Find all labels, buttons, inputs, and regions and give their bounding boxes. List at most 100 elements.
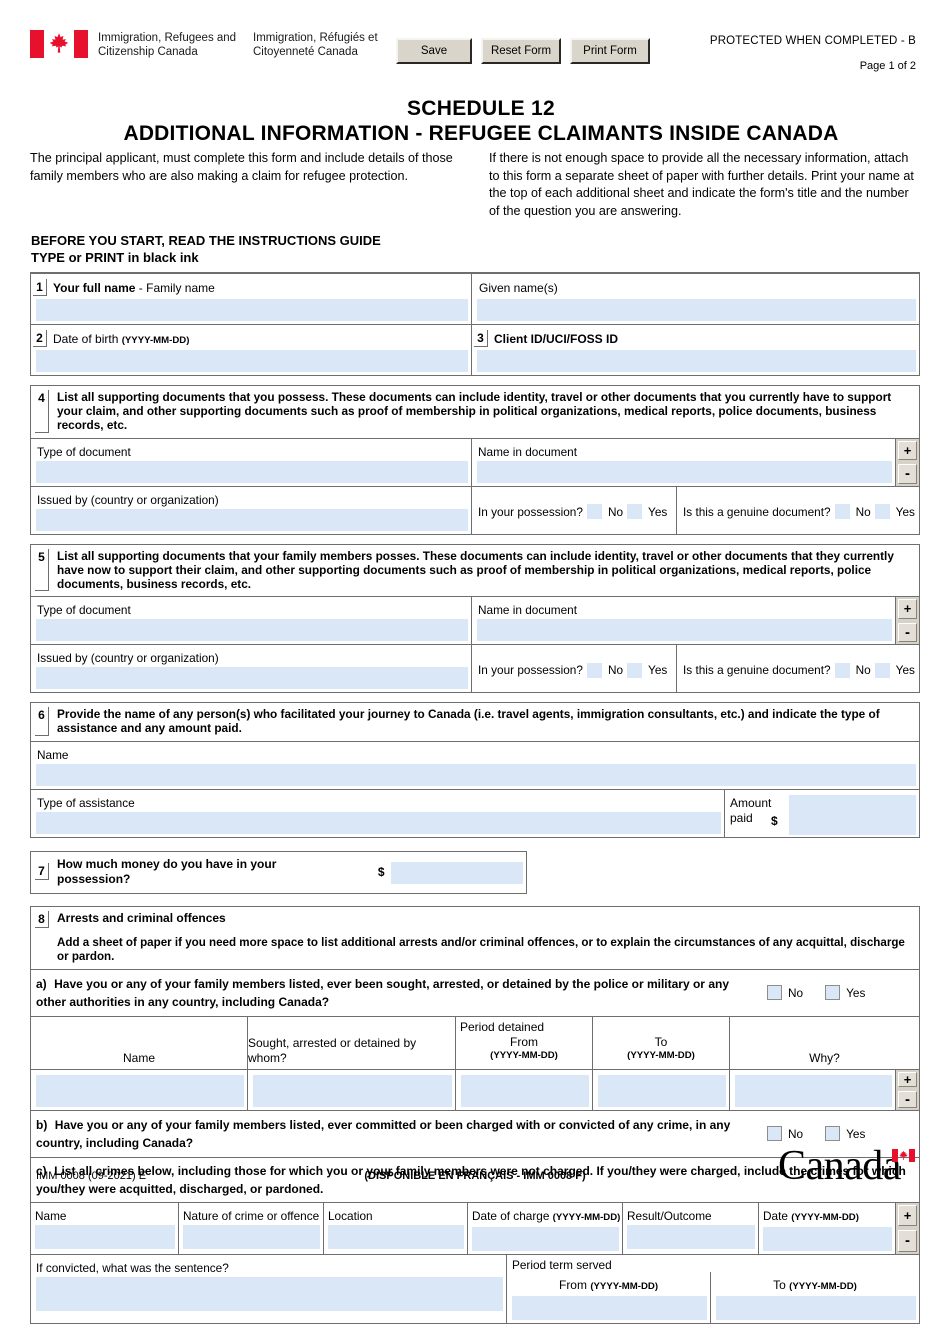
q8a-why-input[interactable]: [735, 1074, 892, 1107]
q6-assistance-cell: Type of assistance: [31, 790, 724, 837]
q1-given-name-input[interactable]: [477, 299, 916, 321]
q8c-date-charge-input[interactable]: [472, 1226, 619, 1251]
page-footer: IMM 0008 (09-2021) E (DISPONIBLE EN FRAN…: [0, 1143, 950, 1205]
q8c-cell-date-charge: Date of charge (YYYY-MM-DD): [467, 1202, 622, 1254]
q4-name-input[interactable]: [477, 460, 892, 483]
q4-issued-cell: Issued by (country or organization): [31, 487, 471, 534]
q8a-no-label: No: [788, 985, 804, 1000]
q4-remove-row-button[interactable]: -: [898, 464, 917, 484]
q4-add-row-button[interactable]: +: [898, 440, 917, 461]
q8a-cell-name: [31, 1070, 247, 1110]
q8a-cell-bywhom: [247, 1069, 455, 1110]
q5-possession-yes-checkbox[interactable]: [627, 662, 643, 678]
q8c-term-from-input[interactable]: [512, 1295, 707, 1320]
q4-row-stepper: + -: [895, 438, 919, 486]
q5-genuine-cell: Is this a genuine document? No Yes: [676, 645, 919, 693]
q4-name-cell: Name in document: [471, 438, 895, 486]
form-action-buttons: Save Reset Form Print Form: [396, 38, 650, 64]
q8c-cell-location: Location: [323, 1202, 467, 1254]
q5-type-input[interactable]: [36, 619, 468, 642]
q6-name-input[interactable]: [36, 763, 916, 786]
q5-name-label: Name in document: [478, 603, 578, 618]
q7-amount-input[interactable]: [390, 861, 523, 884]
q8a-to-format: (YYYY-MM-DD): [627, 1049, 695, 1061]
print-form-button[interactable]: Print Form: [570, 38, 650, 64]
q1-family-name-input[interactable]: [36, 299, 468, 321]
q4-possession-no-checkbox[interactable]: [586, 504, 602, 520]
q8c-cell-name: Name: [31, 1203, 178, 1254]
q6-block: 6 Provide the name of any person(s) who …: [30, 702, 920, 838]
q5-possession-cell: In your possession? No Yes: [471, 645, 676, 693]
q8b-prefix: b): [36, 1117, 48, 1132]
q4-issued-input[interactable]: [36, 508, 468, 531]
q8b-no-label: No: [788, 1126, 804, 1141]
form-title-line2: ADDITIONAL INFORMATION - REFUGEE CLAIMAN…: [123, 122, 839, 145]
q3-client-id-input[interactable]: [477, 350, 916, 372]
q8a-to-input[interactable]: [598, 1074, 726, 1107]
q8a-from-input[interactable]: [461, 1074, 589, 1107]
q8c-sentence-label: If convicted, what was the sentence?: [36, 1260, 229, 1275]
type-print-rest: in black ink: [124, 249, 199, 265]
q4-type-label: Type of document: [37, 444, 131, 459]
q4-type-input[interactable]: [36, 460, 468, 483]
q5-add-row-button[interactable]: +: [898, 599, 917, 619]
q8a-row-stepper: + -: [895, 1069, 919, 1110]
q8c-remove-row-button[interactable]: -: [898, 1230, 917, 1252]
q6-amount-cell: Amount paid $: [724, 789, 919, 837]
q8a-yes-checkbox[interactable]: [825, 985, 841, 1001]
q5-issued-input[interactable]: [36, 667, 468, 690]
q4-genuine-no-checkbox[interactable]: [834, 504, 850, 520]
q8a-name-input[interactable]: [36, 1074, 244, 1107]
q4-genuine-yes-checkbox[interactable]: [874, 504, 890, 520]
q8a-add-row-button[interactable]: +: [898, 1071, 917, 1087]
reset-form-button[interactable]: Reset Form: [481, 38, 561, 64]
q8c-sentence-input[interactable]: [36, 1276, 503, 1311]
q8a-bywhom-input[interactable]: [253, 1074, 452, 1107]
q8a-col-bywhom-label: Sought, arrested or detained by whom?: [248, 1035, 417, 1065]
q8a-col-why: Why?: [729, 1016, 919, 1069]
q6-assistance-row: Type of assistance Amount paid $: [31, 788, 919, 837]
page-header: Immigration, Refugees and Citizenship Ca…: [0, 0, 950, 78]
q2-label: Date of birth: [53, 332, 122, 346]
q8c-term-to-input[interactable]: [716, 1295, 916, 1320]
q4-name-label: Name in document: [478, 444, 578, 459]
canada-wordmark-flag-icon: [892, 1149, 915, 1162]
q4-possession-yes-checkbox[interactable]: [627, 504, 643, 520]
q5-name-input[interactable]: [477, 619, 892, 642]
q1-label-bold: Your full name: [53, 281, 136, 295]
instructions-line2: TYPE or PRINT in black ink: [31, 250, 381, 267]
q8b-yes-checkbox[interactable]: [825, 1126, 841, 1142]
protected-classification: PROTECTED WHEN COMPLETED - B: [709, 35, 916, 47]
q5-genuine-yes-checkbox[interactable]: [874, 662, 890, 678]
q8c-nature-input[interactable]: [183, 1224, 320, 1249]
q4-issued-row: Issued by (country or organization) In y…: [31, 485, 919, 534]
q5-genuine-yes-label: Yes: [895, 663, 915, 678]
q5-possession-no-checkbox[interactable]: [586, 662, 602, 678]
q2-date-of-birth-input[interactable]: [36, 350, 468, 372]
q8a-answer-cell: No Yes: [761, 970, 919, 1016]
q8c-result-input[interactable]: [627, 1224, 755, 1249]
q5-remove-row-button[interactable]: -: [898, 622, 917, 643]
q7-number: 7: [35, 863, 49, 881]
q6-amount-input[interactable]: [789, 794, 916, 835]
q8c-name-input[interactable]: [35, 1224, 175, 1249]
q8b-no-checkbox[interactable]: [767, 1126, 782, 1142]
q5-genuine-no-checkbox[interactable]: [834, 662, 850, 678]
q4-possession-cell: In your possession? No Yes: [471, 486, 676, 534]
q5-issued-row: Issued by (country or organization) In y…: [31, 644, 919, 693]
q8a-no-checkbox[interactable]: [767, 985, 782, 1001]
q6-currency-symbol: $: [771, 813, 778, 828]
q6-amount-label-2: paid: [730, 810, 753, 825]
q5-question: 5 List all supporting documents that you…: [31, 545, 919, 597]
q1-label-rest: - Family name: [135, 281, 215, 295]
q6-assistance-input[interactable]: [36, 811, 721, 834]
q5-row-stepper: + -: [895, 597, 919, 645]
q8a-remove-row-button[interactable]: -: [898, 1090, 917, 1108]
save-button[interactable]: Save: [396, 38, 472, 64]
q8c-date-input[interactable]: [763, 1226, 892, 1251]
form-title: SCHEDULE 12 ADDITIONAL INFORMATION - REF…: [0, 96, 950, 146]
q5-issued-cell: Issued by (country or organization): [31, 645, 471, 692]
q8c-add-row-button[interactable]: +: [898, 1204, 917, 1227]
form-page: Immigration, Refugees and Citizenship Ca…: [0, 0, 950, 1324]
q8c-location-input[interactable]: [328, 1224, 464, 1249]
